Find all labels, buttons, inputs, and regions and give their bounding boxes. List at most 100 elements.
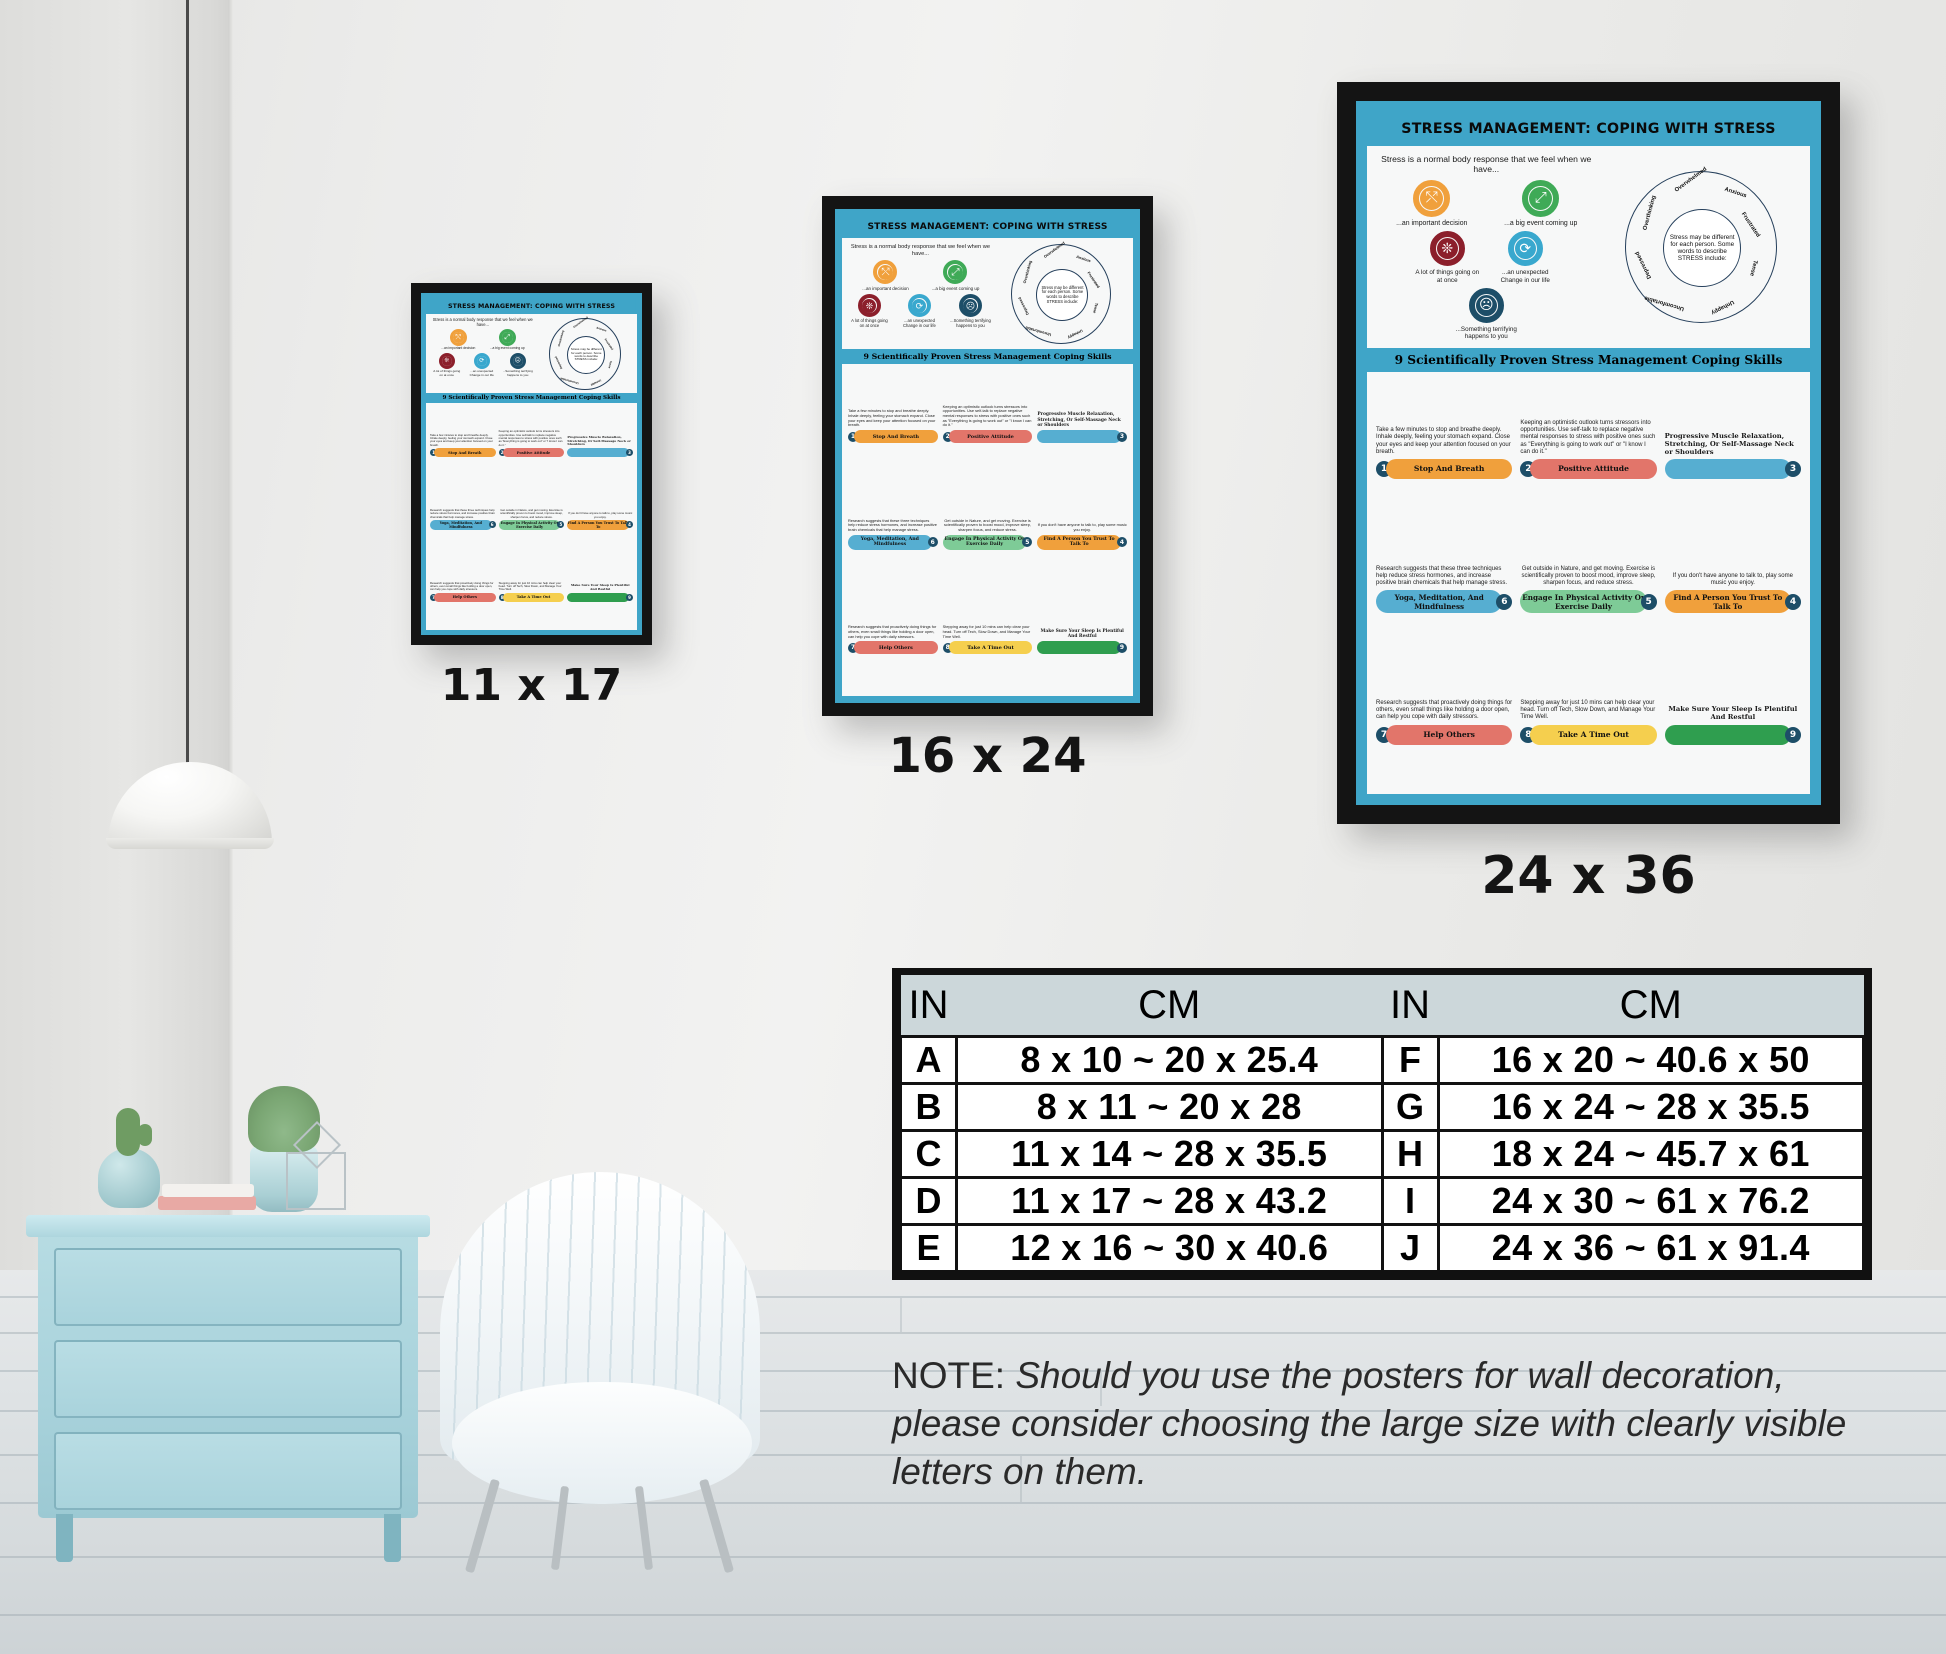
- wheel-label: Frustrated: [1086, 271, 1101, 289]
- skill-pill[interactable]: Yoga, Meditation, And Mindfulness: [430, 519, 492, 530]
- skill-pill[interactable]: Stop And Breath: [854, 430, 938, 444]
- row-val-j: 24 x 36 ~ 61 x 91.4: [1436, 1223, 1865, 1273]
- skill-pill[interactable]: [567, 592, 630, 602]
- row-key-d: D: [899, 1176, 958, 1226]
- row-key-c: C: [899, 1129, 958, 1179]
- skill-desc: Take a few minutes to stop and breathe d…: [1376, 427, 1511, 455]
- poster-section-title-large: 9 Scientifically Proven Stress Managemen…: [1367, 347, 1810, 372]
- skill-desc: Research suggests that proactively doing…: [848, 624, 937, 639]
- wheel-label: Tense: [607, 360, 613, 369]
- skill-desc: Research suggests that proactively doing…: [430, 580, 494, 592]
- row-key-b: B: [899, 1082, 958, 1132]
- size-label-medium: 16 x 24: [888, 728, 1087, 784]
- trigger-label: ...a big event coming up: [1504, 219, 1578, 227]
- row-val-e: 12 x 16 ~ 30 x 40.6: [955, 1223, 1384, 1273]
- note-text: NOTE: Should you use the posters for wal…: [892, 1352, 1902, 1496]
- trigger-label: A lot of things going on at once: [851, 318, 888, 328]
- wheel-label: Overthinking: [1642, 195, 1658, 232]
- skill-pill[interactable]: [1664, 458, 1791, 479]
- wall-corner-edge: [228, 0, 233, 1270]
- row-key-j: J: [1380, 1223, 1440, 1273]
- row-val-g: 16 x 24 ~ 28 x 35.5: [1436, 1082, 1865, 1132]
- skill-pill[interactable]: Engage In Physical Activity Or Exercise …: [1520, 590, 1647, 614]
- dresser-drawer: [54, 1340, 402, 1418]
- wheel-label: Uncomfortable: [560, 376, 580, 385]
- skill-pill[interactable]: Help Others: [854, 641, 938, 655]
- table-row: A 8 x 10 ~ 20 x 25.4 F 16 x 20 ~ 40.6 x …: [899, 1035, 1865, 1085]
- skill-pill[interactable]: [567, 448, 630, 458]
- row-val-d: 11 x 17 ~ 28 x 43.2: [955, 1176, 1384, 1226]
- skill-pill[interactable]: [1037, 430, 1122, 444]
- skill-desc: Progressive Muscle Relaxation, Stretchin…: [1664, 431, 1794, 456]
- pendant-lamp-cord: [186, 0, 189, 770]
- skill-pill[interactable]: Positive Attitude: [948, 430, 1033, 444]
- wheel-label: Anxious: [1076, 254, 1092, 264]
- wheel-label: Frustrated: [603, 338, 614, 351]
- row-val-a: 8 x 10 ~ 20 x 25.4: [955, 1035, 1384, 1085]
- skill-pill[interactable]: Positive Attitude: [502, 448, 565, 458]
- skill-pill[interactable]: Find A Person You Trust To Talk To: [567, 519, 630, 530]
- skill-pill[interactable]: Stop And Breath: [1386, 458, 1513, 479]
- skill-desc: Keeping an optimistic outlook turns stre…: [1520, 420, 1656, 455]
- row-val-c: 11 x 14 ~ 28 x 35.5: [955, 1129, 1384, 1179]
- skill-pill[interactable]: Positive Attitude: [1530, 458, 1657, 479]
- poster-frame-small[interactable]: STRESS MANAGEMENT: COPING WITH STRESS St…: [411, 283, 652, 645]
- skill-desc: Progressive Muscle Relaxation, Stretchin…: [1037, 412, 1121, 428]
- stress-words-wheel-small: Stress may be different for each person.…: [538, 316, 633, 390]
- wheel-label: Overthinking: [557, 330, 566, 347]
- row-val-i: 24 x 30 ~ 61 x 76.2: [1436, 1176, 1865, 1226]
- poster-intro-medium: Stress is a normal body response that we…: [850, 244, 990, 257]
- cactus-plant: [116, 1108, 140, 1156]
- book-stack-top: [162, 1184, 254, 1197]
- skill-desc: Research suggests that proactively doing…: [1376, 700, 1513, 721]
- trigger-label: ...a big event coming up: [489, 346, 525, 351]
- poster-frame-medium[interactable]: STRESS MANAGEMENT: COPING WITH STRESS St…: [822, 196, 1153, 716]
- skill-pill[interactable]: [1664, 724, 1791, 745]
- skill-pill[interactable]: Stop And Breath: [434, 448, 496, 458]
- wheel-label: Frustrated: [1740, 211, 1762, 239]
- skill-pill[interactable]: Take A Time Out: [1530, 724, 1657, 745]
- skill-desc: Stepping away for just 10 mins can help …: [498, 580, 562, 592]
- row-key-a: A: [899, 1035, 958, 1085]
- skill-pill[interactable]: Find A Person You Trust To Talk To: [1664, 590, 1791, 614]
- skill-pill[interactable]: Yoga, Meditation, And Mindfulness: [1376, 590, 1503, 614]
- wheel-label: Depressed: [1634, 250, 1654, 280]
- skill-pill[interactable]: Engage In Physical Activity Or Exercise …: [942, 534, 1027, 550]
- table-row: B 8 x 11 ~ 20 x 28 G 16 x 24 ~ 28 x 35.5: [899, 1082, 1865, 1132]
- skill-pill[interactable]: Help Others: [1386, 724, 1513, 745]
- trigger-label: ...Something terrifying happens to you: [1455, 325, 1517, 340]
- row-key-h: H: [1380, 1129, 1440, 1179]
- skill-pill[interactable]: Help Others: [434, 592, 496, 602]
- skill-desc: Take a few minutes to stop and breathe d…: [430, 432, 493, 447]
- skill-pill[interactable]: Take A Time Out: [948, 641, 1033, 655]
- skill-pill[interactable]: Yoga, Meditation, And Mindfulness: [848, 534, 932, 550]
- wheel-label: Uncomfortable: [1025, 325, 1053, 337]
- skill-desc: Research suggests that these three techn…: [1376, 565, 1508, 587]
- trigger-label: ...an important decision: [1396, 219, 1468, 227]
- poster-title-large: STRESS MANAGEMENT: COPING WITH STRESS: [1367, 112, 1810, 146]
- skill-pill[interactable]: Take A Time Out: [502, 592, 565, 602]
- book-stack-bottom: [158, 1196, 256, 1210]
- dresser-leg: [384, 1514, 401, 1562]
- poster-large: STRESS MANAGEMENT: COPING WITH STRESS St…: [1356, 101, 1821, 805]
- dresser-top: [26, 1215, 430, 1237]
- stress-words-wheel-large: Stress may be different for each person.…: [1602, 155, 1802, 340]
- wheel-label: Overwhelmed: [1043, 241, 1067, 259]
- wheel-label: Anxious: [596, 326, 608, 333]
- stress-words-wheel-medium: Stress may be different for each person.…: [996, 241, 1127, 344]
- skill-pill[interactable]: Engage In Physical Activity Or Exercise …: [498, 519, 561, 530]
- row-val-h: 18 x 24 ~ 45.7 x 61: [1436, 1129, 1865, 1179]
- poster-section-title-medium: 9 Scientifically Proven Stress Managemen…: [842, 349, 1133, 364]
- poster-frame-large[interactable]: STRESS MANAGEMENT: COPING WITH STRESS St…: [1337, 82, 1840, 824]
- trigger-label: ...an unexpected Change in our life: [1500, 269, 1550, 284]
- row-key-i: I: [1380, 1176, 1440, 1226]
- trigger-label: ...a big event coming up: [931, 286, 980, 292]
- skill-pill[interactable]: Find A Person You Trust To Talk To: [1037, 534, 1122, 550]
- wheel-label: Uncomfortable: [1644, 294, 1686, 312]
- wheel-center-text: Stress may be different for each person.…: [1041, 284, 1084, 304]
- col-header-cm-right: CM: [1438, 975, 1864, 1037]
- poster-small: STRESS MANAGEMENT: COPING WITH STRESS St…: [421, 293, 642, 635]
- poster-body-small: Stress is a normal body response that we…: [426, 314, 637, 630]
- table-row: E 12 x 16 ~ 30 x 40.6 J 24 x 36 ~ 61 x 9…: [899, 1223, 1865, 1273]
- skill-pill[interactable]: [1037, 641, 1122, 655]
